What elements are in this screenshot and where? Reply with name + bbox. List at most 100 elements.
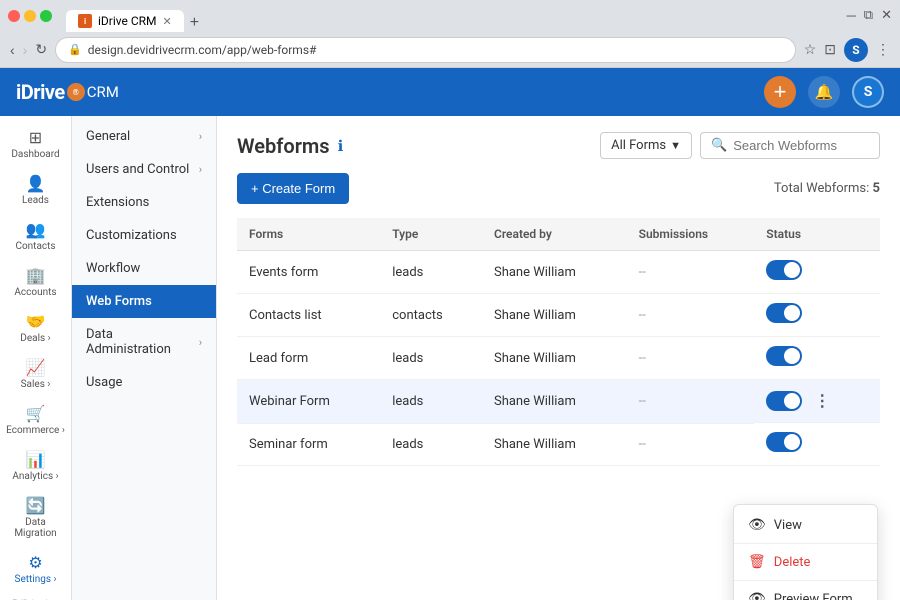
context-menu-divider xyxy=(734,543,877,544)
middle-nav-general[interactable]: General › xyxy=(72,120,216,153)
maximize-btn[interactable] xyxy=(40,10,52,22)
sidebar-item-analytics[interactable]: 📊 Analytics › xyxy=(0,442,71,488)
sidebar-item-label: Sales › xyxy=(21,379,51,390)
notifications-button[interactable]: 🔔 xyxy=(808,76,840,108)
chevron-right-icon: › xyxy=(199,130,202,143)
leads-icon: 👤 xyxy=(26,174,46,193)
preview-icon: 👁 xyxy=(748,591,766,600)
minimize-btn[interactable] xyxy=(24,10,36,22)
webforms-table: Forms Type Created by Submissions Status… xyxy=(237,218,880,466)
logo-text: iDrive xyxy=(16,80,65,104)
header-controls: All Forms ▼ 🔍 xyxy=(600,132,880,159)
sidebar-item-dashboard[interactable]: ⊞ Dashboard xyxy=(0,120,71,166)
middle-nav-users-control[interactable]: Users and Control › xyxy=(72,153,216,186)
menu-icon[interactable]: ⋮ xyxy=(876,42,890,58)
cell-status xyxy=(754,294,880,337)
middle-nav-data-admin[interactable]: Data Administration › xyxy=(72,318,216,366)
total-webforms: Total Webforms: 5 xyxy=(774,181,880,196)
main-content: Webforms ℹ All Forms ▼ 🔍 + Create Form xyxy=(217,116,900,600)
chevron-right-icon: › xyxy=(199,336,202,349)
status-toggle[interactable] xyxy=(766,260,802,280)
browser-restore-icon[interactable]: ⧉ xyxy=(864,8,873,24)
cell-form-name: Contacts list xyxy=(237,294,380,337)
sales-icon: 📈 xyxy=(26,358,46,377)
cell-created-by: Shane William xyxy=(482,251,627,294)
address-bar[interactable]: 🔒 design.devidrivecrm.com/app/web-forms# xyxy=(55,37,796,63)
info-icon[interactable]: ℹ xyxy=(338,137,344,155)
sidebar-item-label: Leads xyxy=(22,195,49,206)
tab-close-icon[interactable]: ✕ xyxy=(163,15,172,28)
status-toggle[interactable] xyxy=(766,346,802,366)
reload-button[interactable]: ↻ xyxy=(35,41,47,58)
middle-nav-customizations[interactable]: Customizations xyxy=(72,219,216,252)
search-input[interactable] xyxy=(733,138,863,153)
cell-type: leads xyxy=(380,251,482,294)
deals-icon: 🤝 xyxy=(26,312,46,331)
chevron-right-icon: › xyxy=(199,163,202,176)
cell-submissions: -- xyxy=(627,423,755,466)
address-text: design.devidrivecrm.com/app/web-forms# xyxy=(88,43,317,57)
cell-submissions: -- xyxy=(627,251,755,294)
cell-created-by: Shane William xyxy=(482,337,627,380)
total-label: Total Webforms: xyxy=(774,181,869,196)
sidebar-item-datamigration[interactable]: 🔄 Data Migration xyxy=(0,488,71,545)
extensions-icon[interactable]: ⊡ xyxy=(824,42,836,58)
contacts-icon: 👥 xyxy=(26,220,46,239)
filter-label: All Forms xyxy=(611,138,666,153)
browser-tab[interactable]: i iDrive CRM ✕ xyxy=(66,10,184,32)
sidebar-item-accounts[interactable]: 🏢 Accounts xyxy=(0,258,71,304)
dashboard-icon: ⊞ xyxy=(29,128,42,147)
back-button[interactable]: ‹ xyxy=(10,42,15,58)
cell-created-by: Shane William xyxy=(482,294,627,337)
sidebar-item-ecommerce[interactable]: 🛒 Ecommerce › xyxy=(0,396,71,442)
context-menu-delete-label: Delete xyxy=(774,555,811,570)
middle-nav-workflow[interactable]: Workflow xyxy=(72,252,216,285)
context-menu-delete[interactable]: 🗑 Delete xyxy=(734,546,877,578)
bookmark-icon[interactable]: ☆ xyxy=(804,42,817,58)
close-btn[interactable] xyxy=(8,10,20,22)
add-button[interactable]: + xyxy=(764,76,796,108)
context-menu-preview-label: Preview Form xyxy=(774,592,853,600)
logo-circle: ® xyxy=(67,83,85,101)
sidebar-item-leads[interactable]: 👤 Leads xyxy=(0,166,71,212)
status-toggle[interactable] xyxy=(766,391,802,411)
cell-type: contacts xyxy=(380,294,482,337)
browser-close-icon[interactable]: ✕ xyxy=(881,8,892,24)
row-actions-button[interactable]: ⋮ xyxy=(810,389,834,413)
cell-form-name: Webinar Form xyxy=(237,380,380,424)
datamigration-icon: 🔄 xyxy=(26,496,46,515)
profile-icon[interactable]: S xyxy=(844,38,868,62)
logo-crm: CRM xyxy=(87,83,119,101)
sidebar-item-label: Analytics › xyxy=(12,471,58,482)
new-tab-button[interactable]: + xyxy=(184,14,205,32)
cell-created-by: Shane William xyxy=(482,423,627,466)
sidebar-item-deals[interactable]: 🤝 Deals › xyxy=(0,304,71,350)
cell-created-by: Shane William xyxy=(482,380,627,424)
context-menu-preview[interactable]: 👁 Preview Form xyxy=(734,583,877,600)
create-form-button[interactable]: + Create Form xyxy=(237,173,349,204)
cell-form-name: Seminar form xyxy=(237,423,380,466)
forward-button[interactable]: › xyxy=(23,42,28,58)
sidebar-item-contacts[interactable]: 👥 Contacts xyxy=(0,212,71,258)
filter-dropdown[interactable]: All Forms ▼ xyxy=(600,132,692,159)
tab-favicon: i xyxy=(78,14,92,28)
table-row: Seminar form leads Shane William -- xyxy=(237,423,880,466)
status-toggle[interactable] xyxy=(766,303,802,323)
context-menu-view[interactable]: 👁 View xyxy=(734,509,877,541)
col-forms: Forms xyxy=(237,218,380,251)
middle-nav-web-forms[interactable]: Web Forms xyxy=(72,285,216,318)
cell-form-name: Events form xyxy=(237,251,380,294)
page-title: Webforms xyxy=(237,134,330,158)
user-avatar[interactable]: S xyxy=(852,76,884,108)
status-toggle[interactable] xyxy=(766,432,802,452)
cell-submissions: -- xyxy=(627,380,755,424)
browser-minimize-icon[interactable]: ─ xyxy=(847,8,856,24)
sidebar-item-settings[interactable]: ⚙ Settings › xyxy=(0,545,71,591)
cell-status: ⋮ xyxy=(754,380,880,423)
middle-nav-extensions[interactable]: Extensions xyxy=(72,186,216,219)
cell-submissions: -- xyxy=(627,294,755,337)
table-row: Events form leads Shane William -- xyxy=(237,251,880,294)
sidebar-item-sales[interactable]: 📈 Sales › xyxy=(0,350,71,396)
middle-nav-usage[interactable]: Usage xyxy=(72,366,216,399)
sidebar-item-label: Data Migration xyxy=(4,517,67,539)
